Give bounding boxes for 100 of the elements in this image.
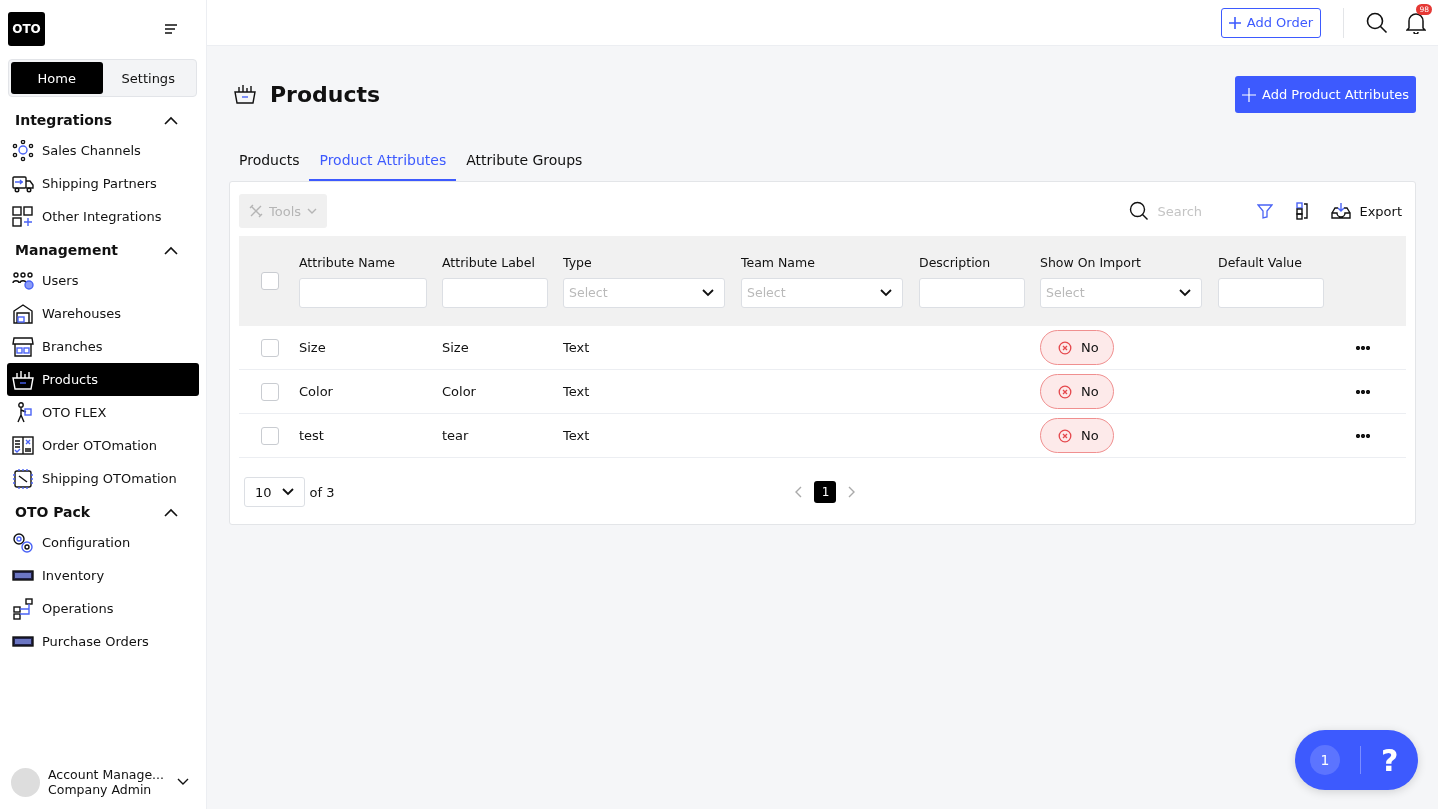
section-title: Integrations [15,112,113,128]
column-header: Team Name [741,254,815,270]
x-circle-icon [1058,340,1072,355]
nav-item[interactable]: Other Integrations [7,200,199,233]
page-size-value: 10 [255,484,272,500]
page-size-select[interactable]: 10 [244,477,305,507]
plus-icon [1228,16,1241,29]
filter-input[interactable] [299,277,427,308]
nav-item[interactable]: Order OTOmation [7,429,199,462]
view-tab[interactable]: Home [11,62,103,94]
section-title: OTO Pack [15,504,91,520]
status-text: No [1081,384,1099,399]
basket-icon [12,368,34,391]
download-tray-icon [1331,202,1352,220]
chevron-down-icon [702,288,714,297]
x-circle-icon [1058,428,1072,443]
logo[interactable]: OTO [8,12,45,46]
plus-icon [1242,87,1257,102]
nav-item[interactable]: Purchase Orders [7,625,199,658]
nav-item[interactable]: Shipping OTOmation [7,462,199,495]
nav-item[interactable]: Inventory [7,559,199,592]
account-role: Company Admin [48,782,153,797]
chevron-up-icon[interactable] [164,245,178,255]
page-count: of 3 [309,484,335,500]
basket-icon [234,82,258,107]
help-widget[interactable]: 1 ? [1295,730,1418,790]
tab[interactable]: Products [229,143,310,181]
more-icon[interactable] [1356,345,1370,350]
filter-input[interactable] [919,277,1025,308]
x-circle-icon [1058,384,1072,399]
columns-icon[interactable] [1295,202,1310,220]
row-checkbox[interactable] [261,382,279,401]
chevron-up-icon[interactable] [164,115,178,125]
add-order-button[interactable]: Add Order [1220,7,1321,38]
warehouse-icon [12,302,34,325]
users-icon [12,269,34,292]
tab[interactable]: Attribute Groups [456,143,593,181]
select-placeholder: Select [747,285,786,300]
chevron-down-icon [307,208,318,214]
chevron-down-icon [1179,288,1191,297]
filter-input[interactable] [1218,277,1324,308]
chevron-down-icon[interactable] [177,778,189,786]
nav-item[interactable]: Configuration [7,526,199,559]
page-button[interactable]: 1 [814,481,837,503]
search-icon[interactable] [1366,11,1388,34]
table-cell: Size [299,340,326,355]
help-count-badge: 1 [1310,745,1340,775]
column-header: Attribute Label [442,254,535,270]
nav-item[interactable]: Warehouses [7,297,199,330]
network-icon [12,139,34,162]
status-text: No [1081,340,1099,355]
table-cell: Text [563,384,590,399]
menu-icon[interactable] [163,22,179,36]
gears-icon [12,531,34,554]
select-placeholder: Select [1046,285,1085,300]
nav-item[interactable]: Branches [7,330,199,363]
chevron-up-icon[interactable] [164,507,178,517]
bell-icon[interactable] [1406,11,1426,34]
status-text: No [1081,428,1099,443]
export-button[interactable]: Export [1331,202,1406,220]
nav-item[interactable]: OTO FLEX [7,396,199,429]
nav-item[interactable]: Products [7,363,199,396]
avatar [11,767,40,797]
store-icon [12,335,34,358]
nav-item[interactable]: Sales Channels [7,134,199,167]
view-tab[interactable]: Settings [102,62,194,94]
table-cell: Size [442,340,469,355]
nav-item[interactable]: Users [7,264,199,297]
section-title: Management [15,242,119,258]
filter-icon[interactable] [1257,203,1274,219]
chevron-down-icon [281,488,294,496]
table-cell: Color [299,384,333,399]
column-header: Show On Import [1040,254,1141,270]
table-cell: tear [442,428,469,443]
filter-input[interactable] [442,277,548,308]
grid-plus-icon [12,205,34,228]
table-cell: Color [442,384,476,399]
row-checkbox[interactable] [261,426,279,445]
column-header: Default Value [1218,254,1302,270]
select-all-checkbox[interactable] [261,272,279,290]
select-placeholder: Select [569,285,608,300]
row-checkbox[interactable] [261,338,279,357]
chip-icon [12,467,34,490]
more-icon[interactable] [1356,433,1370,438]
more-icon[interactable] [1356,389,1370,394]
checklist-icon [12,434,34,457]
column-header: Attribute Name [299,254,396,270]
help-label: ? [1381,742,1399,778]
chevron-down-icon [880,288,892,297]
page-title: Products [270,82,381,107]
column-header: Description [919,254,991,270]
table-cell: test [299,428,324,443]
nav-item[interactable]: Shipping Partners [7,167,199,200]
add-product-attributes-button[interactable]: Add Product Attributes [1235,76,1416,113]
column-header: Type [563,254,592,270]
flowchart-icon [12,597,34,620]
table-cell: Text [563,340,590,355]
nav-item[interactable]: Operations [7,592,199,625]
account-name: Account Manage... [48,767,165,782]
search-icon [1129,201,1150,221]
